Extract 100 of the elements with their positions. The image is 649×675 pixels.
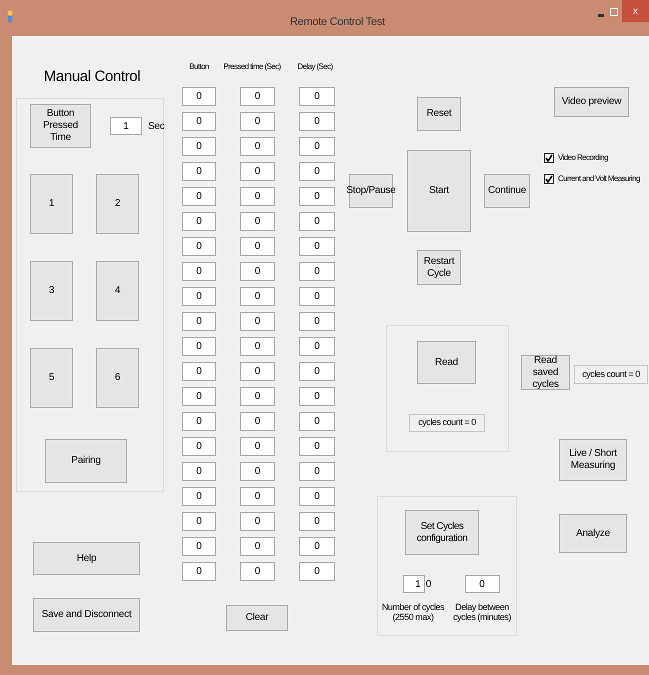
number-button[interactable]: 4 xyxy=(96,261,139,321)
table-cell-field[interactable]: 0 xyxy=(240,262,275,281)
table-cell-field[interactable]: 0 xyxy=(182,262,216,281)
video-preview-button[interactable]: Video preview xyxy=(554,87,629,117)
unit-label: Sec xyxy=(148,120,164,134)
checkbox[interactable] xyxy=(544,153,554,163)
table-cell-field[interactable]: 0 xyxy=(182,112,216,131)
help-button[interactable]: Help xyxy=(33,542,140,575)
continue-button[interactable]: Continue xyxy=(484,174,530,208)
table-cell-field[interactable]: 0 xyxy=(182,337,216,356)
table-cell-field[interactable]: 0 xyxy=(182,362,216,381)
table-cell-field[interactable]: 0 xyxy=(182,87,216,106)
table-cell-field[interactable]: 0 xyxy=(182,462,216,481)
set-cycles-button[interactable]: Set Cycles configuration xyxy=(405,510,479,555)
read-button[interactable]: Read xyxy=(417,341,476,384)
pressed-time-field[interactable]: 1 xyxy=(110,117,142,135)
table-cell-field[interactable]: 0 xyxy=(299,187,335,206)
table-cell-field[interactable]: 0 xyxy=(182,512,216,531)
column-header: Delay (Sec) xyxy=(296,61,334,73)
table-cell-field[interactable]: 0 xyxy=(240,437,275,456)
table-cell-field[interactable]: 0 xyxy=(299,512,335,531)
column-header: Button xyxy=(188,61,210,73)
table-cell-field[interactable]: 0 xyxy=(299,387,335,406)
table-cell-field[interactable]: 0 xyxy=(240,187,275,206)
number-suffix: 0 xyxy=(426,578,432,592)
table-cell-field[interactable]: 0 xyxy=(299,437,335,456)
reset-button[interactable]: Reset xyxy=(417,97,461,131)
app-icon xyxy=(6,10,14,22)
table-cell-field[interactable]: 0 xyxy=(299,262,335,281)
table-cell-field[interactable]: 0 xyxy=(182,287,216,306)
cycles-count-display: cycles count = 0 xyxy=(409,414,485,432)
table-cell-field[interactable]: 0 xyxy=(299,287,335,306)
number-button[interactable]: 6 xyxy=(96,348,139,408)
column-header: Pressed time (Sec) xyxy=(222,61,282,73)
save-disconnect-button[interactable]: Save and Disconnect xyxy=(33,598,140,632)
table-cell-field[interactable]: 0 xyxy=(182,437,216,456)
table-cell-field[interactable]: 0 xyxy=(240,412,275,431)
read-saved-button[interactable]: Read saved cycles xyxy=(521,355,570,390)
table-cell-field[interactable]: 0 xyxy=(240,87,275,106)
cycles-number-field[interactable]: 1 xyxy=(402,575,425,593)
table-cell-field[interactable]: 0 xyxy=(182,137,216,156)
table-cell-field[interactable]: 0 xyxy=(182,562,216,581)
number-button[interactable]: 5 xyxy=(30,348,73,408)
table-cell-field[interactable]: 0 xyxy=(240,162,275,181)
stop-button[interactable]: Stop/Pause xyxy=(349,174,393,208)
table-cell-field[interactable]: 0 xyxy=(240,562,275,581)
table-cell-field[interactable]: 0 xyxy=(182,212,216,231)
table-cell-field[interactable]: 0 xyxy=(182,412,216,431)
table-cell-field[interactable]: 0 xyxy=(299,412,335,431)
table-cell-field[interactable]: 0 xyxy=(240,137,275,156)
table-cell-field[interactable]: 0 xyxy=(240,112,275,131)
field-label: Delay between cycles (minutes) xyxy=(452,602,512,622)
pressed-time-button[interactable]: Button Pressed Time xyxy=(30,104,91,148)
table-cell-field[interactable]: 0 xyxy=(299,537,335,556)
analyze-button[interactable]: Analyze xyxy=(559,514,627,553)
table-cell-field[interactable]: 0 xyxy=(240,387,275,406)
table-cell-field[interactable]: 0 xyxy=(299,237,335,256)
table-cell-field[interactable]: 0 xyxy=(299,87,335,106)
table-cell-field[interactable]: 0 xyxy=(240,287,275,306)
number-button[interactable]: 1 xyxy=(30,174,73,234)
table-cell-field[interactable]: 0 xyxy=(299,562,335,581)
field-label: Number of cycles (2550 max) xyxy=(380,602,446,622)
table-cell-field[interactable]: 0 xyxy=(299,487,335,506)
table-cell-field[interactable]: 0 xyxy=(240,337,275,356)
table-cell-field[interactable]: 0 xyxy=(240,537,275,556)
table-cell-field[interactable]: 0 xyxy=(182,312,216,331)
live-measuring-button[interactable]: Live / Short Measuring xyxy=(559,439,627,481)
table-cell-field[interactable]: 0 xyxy=(182,187,216,206)
table-cell-field[interactable]: 0 xyxy=(299,112,335,131)
table-cell-field[interactable]: 0 xyxy=(299,337,335,356)
table-cell-field[interactable]: 0 xyxy=(182,237,216,256)
table-cell-field[interactable]: 0 xyxy=(182,162,216,181)
checkbox-label: Video Recording xyxy=(558,152,608,164)
table-cell-field[interactable]: 0 xyxy=(299,312,335,331)
table-cell-field[interactable]: 0 xyxy=(240,237,275,256)
start-button[interactable]: Start xyxy=(407,150,471,232)
table-cell-field[interactable]: 0 xyxy=(240,487,275,506)
pairing-button[interactable]: Pairing xyxy=(45,439,127,483)
checkbox[interactable] xyxy=(544,174,554,184)
table-cell-field[interactable]: 0 xyxy=(240,312,275,331)
cycles-count-display: cycles count = 0 xyxy=(574,365,648,384)
table-cell-field[interactable]: 0 xyxy=(182,487,216,506)
delay-field[interactable]: 0 xyxy=(464,575,500,593)
close-button[interactable]: x xyxy=(622,0,649,22)
table-cell-field[interactable]: 0 xyxy=(240,362,275,381)
table-cell-field[interactable]: 0 xyxy=(299,362,335,381)
table-cell-field[interactable]: 0 xyxy=(182,387,216,406)
table-cell-field[interactable]: 0 xyxy=(299,462,335,481)
restart-cycle-button[interactable]: Restart Cycle xyxy=(417,250,461,285)
table-cell-field[interactable]: 0 xyxy=(240,512,275,531)
window-title: Remote Control Test xyxy=(290,15,385,30)
table-cell-field[interactable]: 0 xyxy=(240,462,275,481)
table-cell-field[interactable]: 0 xyxy=(299,162,335,181)
table-cell-field[interactable]: 0 xyxy=(299,212,335,231)
table-cell-field[interactable]: 0 xyxy=(299,137,335,156)
number-button[interactable]: 3 xyxy=(30,261,73,321)
table-cell-field[interactable]: 0 xyxy=(240,212,275,231)
clear-button[interactable]: Clear xyxy=(226,605,288,631)
table-cell-field[interactable]: 0 xyxy=(182,537,216,556)
number-button[interactable]: 2 xyxy=(96,174,139,234)
